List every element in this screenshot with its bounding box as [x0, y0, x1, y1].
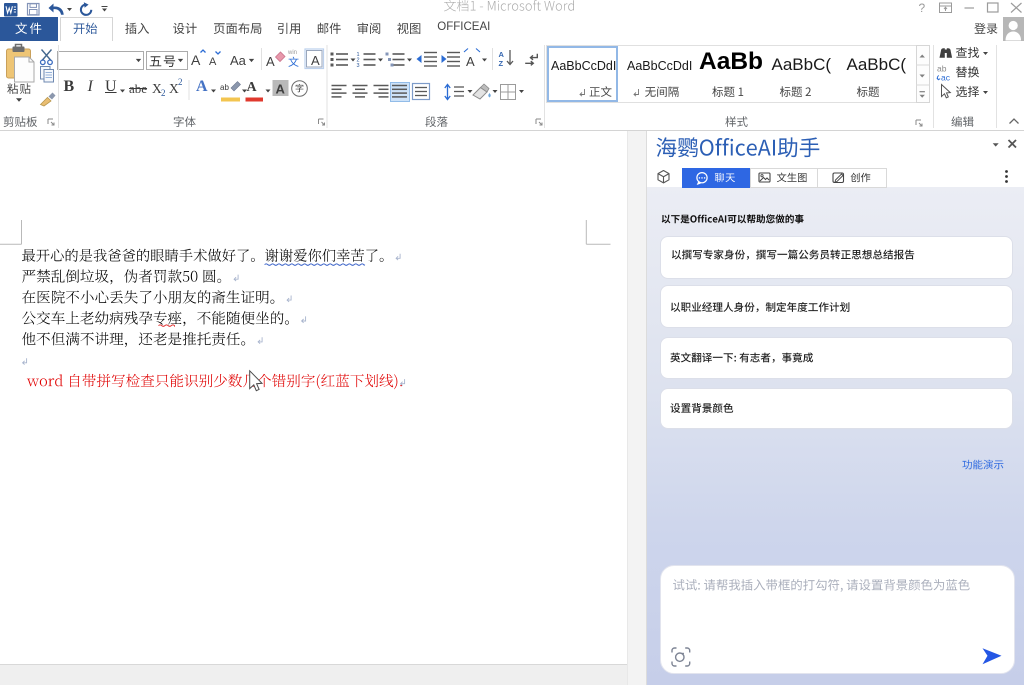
svg-text:ab: ab	[220, 83, 229, 92]
svg-text:3: 3	[357, 63, 360, 69]
svg-text:win: win	[287, 50, 297, 56]
svg-text:A: A	[466, 54, 475, 69]
svg-text:Z: Z	[499, 59, 504, 68]
svg-text:A: A	[499, 50, 505, 59]
svg-text:ac: ac	[941, 73, 951, 83]
svg-text:A: A	[276, 82, 286, 97]
